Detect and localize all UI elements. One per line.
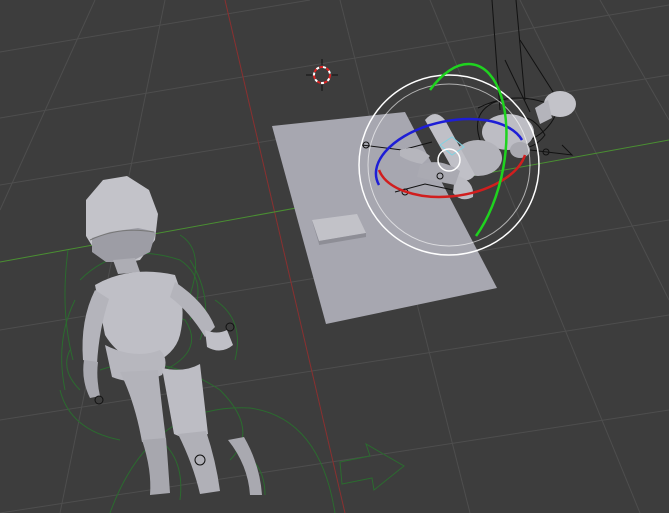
mannequin-front[interactable] bbox=[59, 176, 336, 513]
3d-viewport[interactable] bbox=[0, 0, 669, 513]
viewport-canvas[interactable] bbox=[0, 0, 669, 513]
plane[interactable] bbox=[272, 112, 497, 324]
3d-cursor-icon[interactable] bbox=[306, 59, 338, 91]
foot-control-outline[interactable] bbox=[339, 442, 405, 491]
